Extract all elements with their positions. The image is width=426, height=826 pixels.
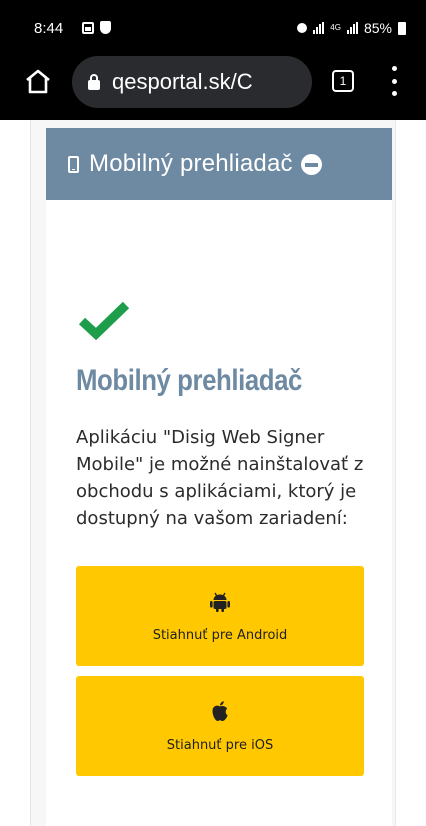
download-ios-label: Stiahnuť pre iOS (166, 737, 274, 753)
home-icon[interactable] (24, 68, 52, 94)
download-android-label: Stiahnuť pre Android (152, 627, 288, 643)
tabs-icon[interactable]: 1 (332, 70, 354, 92)
lock-icon (297, 23, 308, 33)
network-type: 4G (330, 23, 341, 32)
description-text: Aplikáciu "Disig Web Signer Mobile" je m… (76, 427, 364, 529)
more-vert-icon[interactable] (391, 66, 397, 96)
url-bar[interactable]: qesportal.sk/C (72, 56, 312, 108)
download-ios-button[interactable]: Stiahnuť pre iOS (76, 676, 364, 776)
battery-icon (398, 21, 406, 35)
section-heading: Mobilný prehliadač (76, 364, 302, 397)
status-bar: 8:44 4G 85% (0, 0, 426, 40)
android-icon (210, 592, 230, 612)
apple-icon (212, 700, 228, 721)
image-icon (82, 21, 94, 34)
panel-header[interactable]: Mobilný prehliadač (46, 128, 392, 200)
mobile-browser-panel: Mobilný prehliadač Mobilný prehliadač Ap… (46, 128, 392, 826)
status-left-icons (82, 21, 111, 34)
shield-icon (100, 21, 111, 34)
checkmark-icon (78, 301, 130, 340)
url-text: qesportal.sk/C (112, 69, 253, 94)
status-right-icons: 4G 85% (297, 20, 406, 36)
panel-title: Mobilný prehliadač (89, 150, 293, 177)
status-time: 8:44 (34, 20, 64, 37)
download-android-button[interactable]: Stiahnuť pre Android (76, 566, 364, 666)
browser-toolbar: qesportal.sk/C 1 (0, 52, 426, 114)
signal-icon (313, 22, 325, 34)
lock-icon (88, 74, 100, 90)
browser-chrome: 8:44 4G 85% qesportal.sk/C 1 (0, 0, 426, 120)
minus-circle-icon[interactable] (300, 153, 322, 175)
signal-icon (346, 22, 358, 34)
page-content: Mobilný prehliadač Mobilný prehliadač Ap… (0, 120, 426, 826)
battery-percent: 85% (363, 20, 392, 36)
mobile-phone-icon (68, 155, 79, 173)
